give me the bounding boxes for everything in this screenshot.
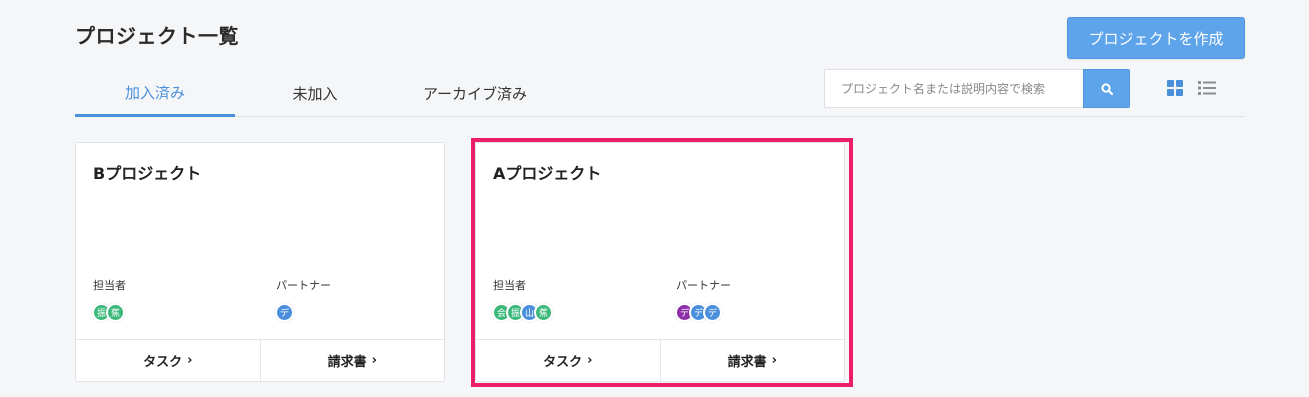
search-input[interactable]: プロジェクト名または説明内容で検索	[824, 69, 1084, 108]
chevron-right-icon: ›	[187, 353, 193, 368]
task-link[interactable]: タスク ›	[476, 340, 660, 381]
tab-not-joined[interactable]: 未加入	[235, 70, 395, 117]
partner-avatars: デ	[275, 303, 294, 323]
chevron-right-icon: ›	[771, 353, 777, 368]
chevron-right-icon: ›	[587, 353, 593, 368]
project-title: Bプロジェクト	[93, 164, 202, 183]
invoice-link[interactable]: 請求書 ›	[259, 340, 445, 381]
invoice-link[interactable]: 請求書 ›	[659, 340, 845, 381]
tab-joined[interactable]: 加入済み	[75, 70, 235, 117]
page-title: プロジェクト一覧	[75, 24, 239, 48]
task-label: タスク	[143, 355, 183, 370]
project-card[interactable]: Aプロジェクト 担当者 パートナー 会 振 山 蕉 デ デ デ タスク › 請求…	[475, 142, 845, 382]
search-icon	[1100, 82, 1113, 95]
avatar: 蕉	[106, 303, 125, 322]
project-title: Aプロジェクト	[493, 164, 602, 183]
list-view-icon[interactable]	[1198, 80, 1216, 96]
task-label: タスク	[543, 355, 583, 370]
assignee-label: 担当者	[493, 279, 526, 292]
avatar: デ	[703, 303, 722, 322]
card-footer: タスク › 請求書 ›	[476, 339, 844, 381]
grid-view-icon[interactable]	[1167, 80, 1183, 96]
card-footer: タスク › 請求書 ›	[76, 339, 444, 381]
assignee-avatars: 振 蕉	[92, 303, 125, 323]
avatar: 蕉	[534, 303, 553, 322]
search-button[interactable]	[1083, 69, 1130, 108]
project-card[interactable]: Bプロジェクト 担当者 パートナー 振 蕉 デ タスク › 請求書 ›	[75, 142, 445, 382]
assignee-label: 担当者	[93, 279, 126, 292]
partner-label: パートナー	[276, 279, 331, 292]
tab-archived[interactable]: アーカイブ済み	[395, 70, 555, 117]
partner-avatars: デ デ デ	[675, 303, 722, 323]
assignee-avatars: 会 振 山 蕉	[492, 303, 553, 323]
task-link[interactable]: タスク ›	[76, 340, 260, 381]
create-project-button[interactable]: プロジェクトを作成	[1067, 17, 1245, 59]
invoice-label: 請求書	[327, 355, 367, 370]
avatar: デ	[275, 303, 294, 322]
partner-label: パートナー	[676, 279, 731, 292]
chevron-right-icon: ›	[371, 353, 377, 368]
invoice-label: 請求書	[727, 355, 767, 370]
